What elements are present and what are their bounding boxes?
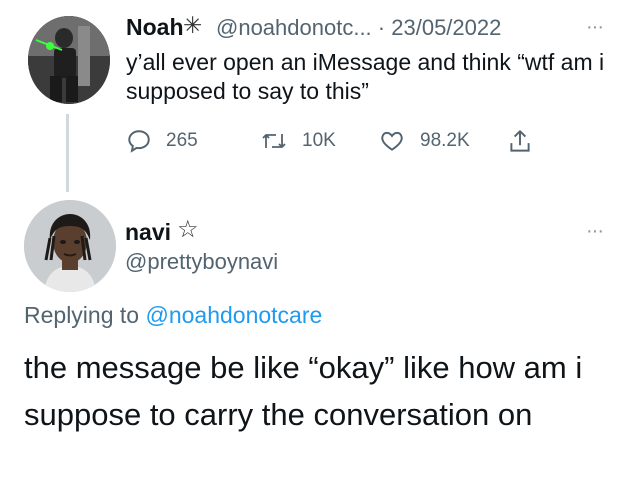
profile-photo-navi bbox=[24, 200, 116, 292]
replying-to: Replying to @noahdonotcare bbox=[24, 302, 322, 329]
like-count: 98.2K bbox=[420, 130, 470, 151]
retweet-count: 10K bbox=[302, 130, 336, 151]
display-name[interactable]: navi bbox=[125, 219, 171, 246]
more-icon[interactable]: ··· bbox=[586, 16, 604, 39]
profile-photo-noah bbox=[28, 16, 110, 104]
reply-icon bbox=[128, 130, 150, 153]
display-name[interactable]: Noah bbox=[126, 14, 184, 41]
reply-count: 265 bbox=[166, 130, 198, 151]
handle[interactable]: @noahdonotc... bbox=[216, 15, 372, 40]
handle-date[interactable]: @noahdonotc... · 23/05/2022 bbox=[216, 15, 501, 41]
tweet-text: y’all ever open an iMessage and think “w… bbox=[126, 49, 605, 104]
separator: · bbox=[377, 15, 386, 40]
handle[interactable]: @prettyboynavi bbox=[125, 249, 278, 275]
heart-icon bbox=[381, 131, 403, 151]
replying-prefix: Replying to bbox=[24, 302, 140, 328]
avatar[interactable] bbox=[24, 200, 116, 292]
thread-line bbox=[66, 114, 69, 192]
like-button[interactable]: 98.2K bbox=[378, 128, 470, 154]
star-icon: ☆ bbox=[177, 216, 199, 243]
more-icon[interactable]: ··· bbox=[586, 220, 604, 243]
tweet-text: the message be like “okay” like how am i… bbox=[24, 350, 583, 432]
share-button[interactable] bbox=[507, 128, 547, 156]
reply-button[interactable]: 265 bbox=[126, 128, 198, 154]
retweet-button[interactable]: 10K bbox=[260, 128, 336, 154]
retweet-icon bbox=[262, 134, 286, 148]
name-symbol: ✳ bbox=[183, 12, 203, 38]
avatar[interactable] bbox=[28, 16, 110, 104]
mention-link[interactable]: @noahdonotcare bbox=[145, 302, 322, 328]
share-icon bbox=[510, 130, 530, 152]
date[interactable]: 23/05/2022 bbox=[391, 15, 501, 40]
